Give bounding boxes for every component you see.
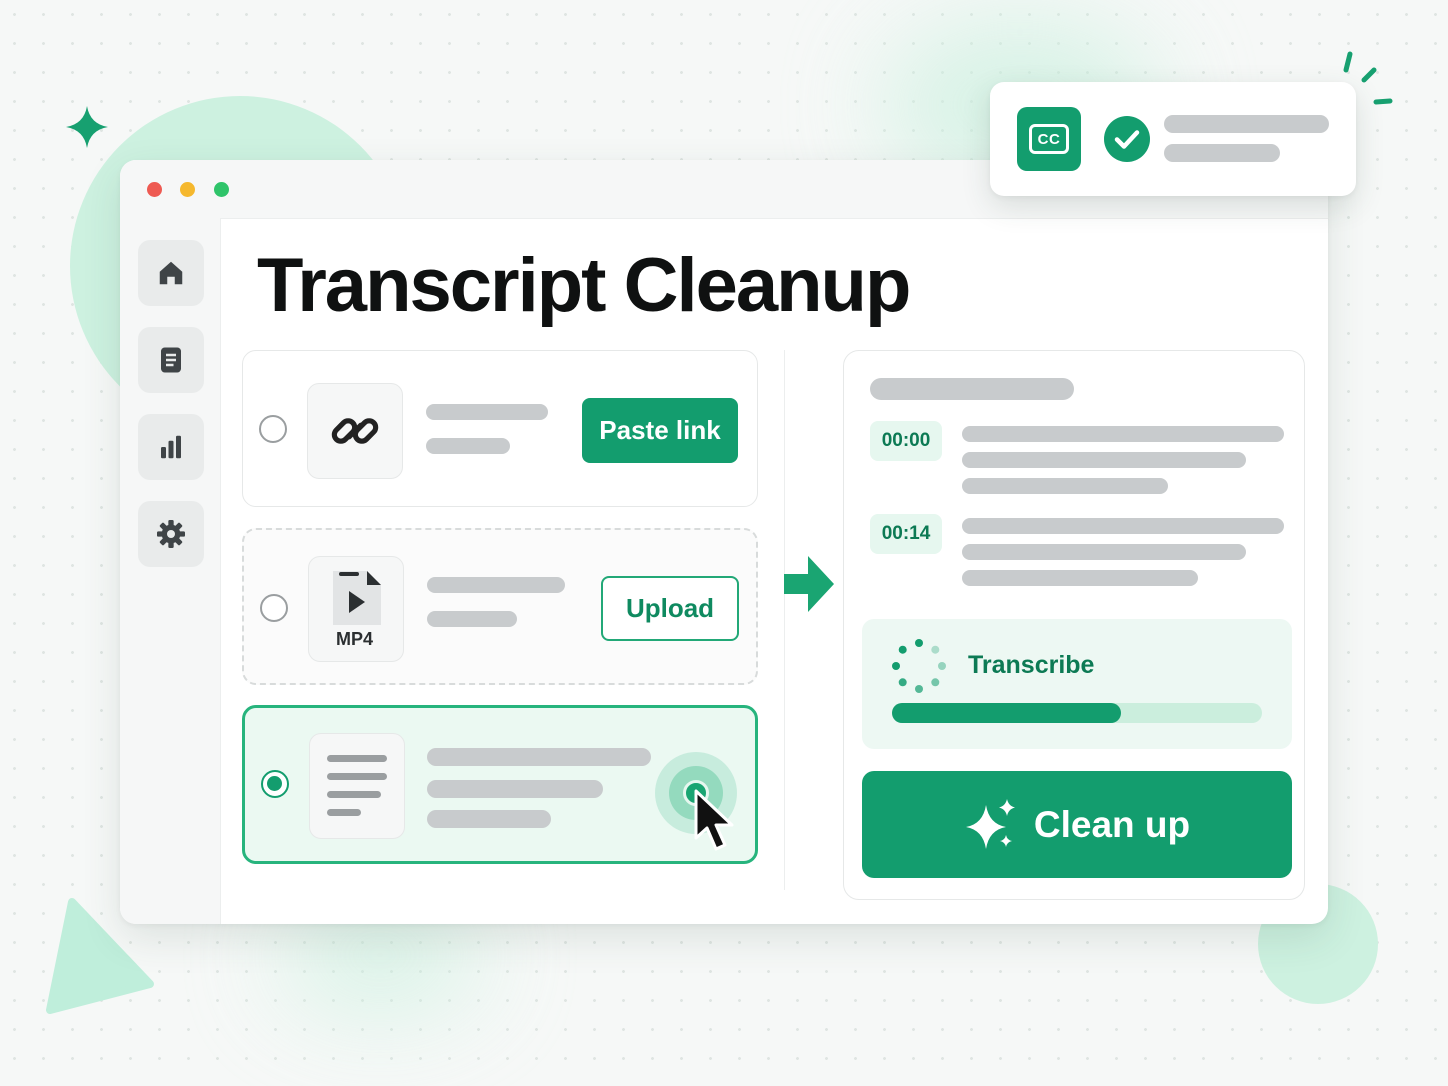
sparkle-icon [66,106,108,148]
transcript-panel: 00:00 00:14 Transcribe Clean up [843,350,1305,900]
notification-card: CC [990,82,1356,196]
transcribe-label: Transcribe [968,651,1095,679]
mouse-cursor-icon [694,789,734,851]
check-circle-icon [1104,116,1150,162]
home-icon [159,261,183,285]
mp4-label: MP4 [336,629,374,649]
loading-spinner-icon [892,639,946,693]
text-tile [309,733,405,839]
placeholder-line [426,438,510,454]
column-divider [784,350,785,890]
timestamp-badge[interactable]: 00:14 [870,514,942,554]
page-title: Transcript Cleanup [257,243,911,328]
sidebar-item-home[interactable] [138,240,204,306]
sidebar [120,218,221,924]
placeholder-line [427,577,565,593]
bar-chart-icon [161,435,181,459]
source-option-upload[interactable]: MP4 Upload [242,528,758,685]
clean-up-button[interactable]: Clean up [862,771,1292,878]
minimize-window-button[interactable] [180,182,195,197]
sidebar-item-analytics[interactable] [138,414,204,480]
paste-link-button[interactable]: Paste link [582,398,738,463]
placeholder-line [427,810,551,828]
sidebar-item-settings[interactable] [138,501,204,567]
placeholder-line [1164,144,1280,162]
document-icon [161,347,181,373]
link-icon [331,418,379,444]
timestamp-badge[interactable]: 00:00 [870,421,942,461]
sparkle-icon [965,798,1015,849]
source-option-text[interactable] [242,705,758,864]
mp4-file-icon [333,571,381,625]
radio-button[interactable] [260,594,288,622]
link-tile [307,383,403,479]
source-option-link[interactable]: Paste link [242,350,758,507]
placeholder-line [427,611,517,627]
placeholder-line [962,544,1246,560]
placeholder-line [962,426,1284,442]
placeholder-heading [870,378,1074,400]
upload-button[interactable]: Upload [601,576,739,641]
clean-up-label: Clean up [1033,803,1191,845]
radio-button-selected[interactable] [261,770,289,798]
placeholder-line [962,478,1168,494]
placeholder-line [962,452,1246,468]
placeholder-line [427,780,603,798]
progress-track [892,703,1262,723]
placeholder-line [962,570,1198,586]
placeholder-line [962,518,1284,534]
cc-label: CC [1037,130,1061,148]
radio-button[interactable] [259,415,287,443]
mp4-file-tile: MP4 [308,556,404,662]
arrow-right-icon [784,556,834,612]
placeholder-line [427,748,651,766]
text-lines-icon [327,755,387,816]
close-window-button[interactable] [147,182,162,197]
transcribe-status: Transcribe [862,619,1292,749]
gear-icon [157,520,185,548]
app-window: Transcript Cleanup Paste link MP4 Upload… [120,160,1328,924]
placeholder-line [1164,115,1329,133]
sidebar-item-documents[interactable] [138,327,204,393]
placeholder-line [426,404,548,420]
progress-fill [892,703,1122,723]
closed-captions-icon: CC [1017,107,1081,171]
maximize-window-button[interactable] [214,182,229,197]
